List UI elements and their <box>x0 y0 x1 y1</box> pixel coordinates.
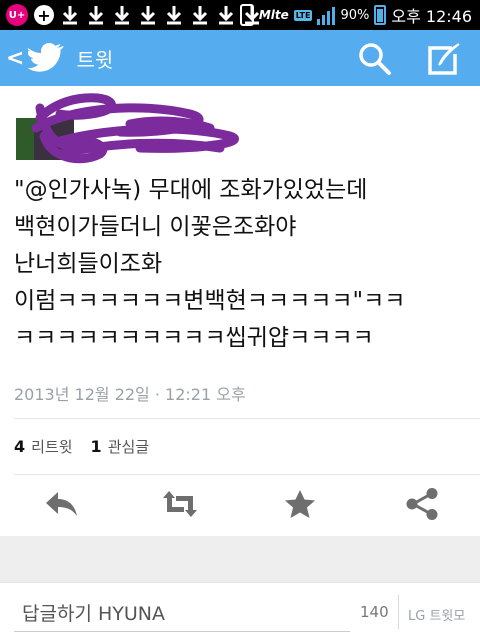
download-icon <box>62 6 78 25</box>
reply-input-underline <box>14 631 350 632</box>
twitter-bird-icon <box>28 43 65 72</box>
retweet-label: 리트윗 <box>31 438 73 456</box>
lte-badge: LTE <box>293 9 313 21</box>
page-title: 트윗 <box>76 47 114 72</box>
back-button[interactable]: < 트윗 <box>0 30 113 86</box>
divider <box>14 474 480 475</box>
retweet-count: 4 <box>14 437 26 456</box>
retweet-stat[interactable]: 4 리트윗 <box>14 436 73 457</box>
reply-input[interactable]: 답글하기 HYUNA <box>22 599 165 626</box>
download-icon <box>166 6 182 25</box>
battery-percent: 90% <box>340 7 370 23</box>
vibrate-icon <box>239 4 254 26</box>
favorite-count: 1 <box>90 437 102 456</box>
download-icon <box>218 6 234 25</box>
reply-icon[interactable] <box>44 488 80 520</box>
favorite-label: 관심글 <box>107 438 150 456</box>
download-icon <box>192 6 208 25</box>
compose-icon[interactable] <box>426 42 462 76</box>
clock: 오후 12:46 <box>391 7 472 26</box>
tweet-text: "@인가사녹) 무대에 조화가있었는데 백현이가들더니 이꽃은조화야 난너희들이… <box>14 177 406 351</box>
search-icon[interactable] <box>358 42 392 76</box>
plus-icon: + <box>34 5 54 25</box>
divider <box>398 595 399 629</box>
download-icon <box>88 6 104 25</box>
back-icon: < <box>6 45 25 71</box>
download-icon <box>140 6 156 25</box>
network-label: Mlte <box>258 8 289 22</box>
status-bar: U+ + Mlte LTE 90% 오후 12:46 <box>0 0 480 30</box>
download-icon <box>114 6 130 25</box>
favorite-icon[interactable] <box>282 488 318 520</box>
battery-icon <box>374 5 387 25</box>
redaction-scribble <box>31 93 239 164</box>
send-button[interactable]: LG 트윗모 <box>408 605 465 624</box>
tweet-stats: 4 리트윗 1 관심글 <box>14 436 149 457</box>
signal-icon <box>317 5 336 25</box>
favorite-stat[interactable]: 1 관심글 <box>91 436 150 457</box>
content-spacer <box>0 536 480 582</box>
carrier-icon: U+ <box>6 4 28 26</box>
tweet-actions <box>0 476 480 534</box>
share-icon[interactable] <box>404 488 440 520</box>
retweet-icon[interactable] <box>162 488 198 520</box>
reply-bar: 답글하기 HYUNA 140 LG 트윗모 <box>0 582 480 640</box>
char-count: 140 <box>360 603 389 621</box>
tweet-timestamp: 2013년 12월 22일 · 12:21 오후 <box>14 385 246 404</box>
app-bar: < 트윗 <box>0 30 480 86</box>
divider <box>14 418 480 419</box>
